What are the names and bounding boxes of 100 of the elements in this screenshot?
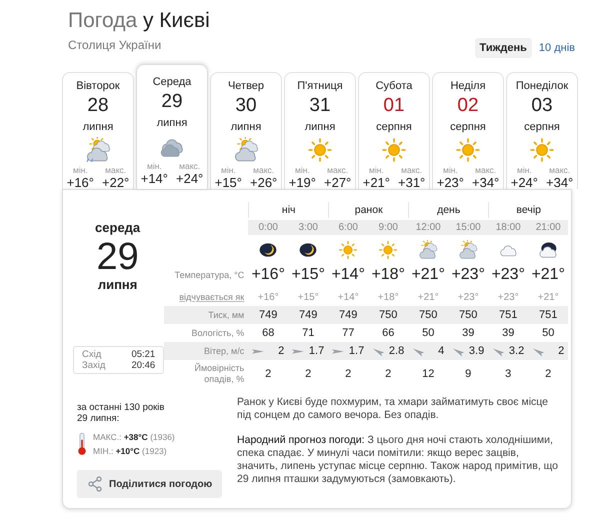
max-label: макс. bbox=[327, 165, 348, 175]
weekday-label: Неділя bbox=[450, 80, 486, 92]
date-number: 29 bbox=[96, 237, 139, 277]
table-cell-text: 9 bbox=[464, 367, 472, 382]
record-max: МАКС.: +38°C (1936) bbox=[93, 431, 175, 444]
table-cell-text: 12 bbox=[421, 367, 436, 382]
table-cell-text: 39 bbox=[501, 326, 516, 341]
period-label: вечір bbox=[488, 202, 568, 218]
table-cell: 750 bbox=[408, 306, 448, 324]
day-tab[interactable]: П'ятниця 31 липня мін. макс. +19° +27° bbox=[284, 72, 356, 189]
share-button[interactable]: Поділитися погодою bbox=[77, 470, 222, 498]
feels-like-value: +23° bbox=[496, 290, 520, 304]
page-title: Погода у Києві bbox=[68, 9, 210, 33]
moon-cloud-icon bbox=[537, 240, 560, 260]
max-temp: +34° bbox=[472, 175, 500, 190]
table-cell: 749 bbox=[288, 306, 328, 324]
table-cell-text: 2 bbox=[544, 367, 552, 382]
max-temp: +22° bbox=[102, 175, 130, 190]
hour-label: 15:00 bbox=[448, 220, 488, 235]
min-temp: +15° bbox=[214, 175, 242, 190]
min-temp: +23° bbox=[436, 175, 464, 190]
wind-speed: 2 bbox=[558, 345, 564, 357]
range-tab[interactable]: 10 днів bbox=[534, 38, 580, 58]
sun-icon bbox=[337, 240, 360, 260]
date-number: 03 bbox=[531, 95, 553, 117]
forecast-text: Ранок у Києві буде похмурим, та хмари займатимуть своє місце під сонцем до самого вечора. Без опадів. bbox=[237, 396, 550, 422]
table-cell-text: 2 bbox=[344, 367, 352, 382]
table-cell: 751 bbox=[528, 306, 568, 324]
thermometer-icon bbox=[77, 431, 87, 457]
max-label: макс. bbox=[475, 165, 496, 175]
max-label: макс. bbox=[105, 165, 126, 175]
wind-speed: 3.9 bbox=[468, 345, 484, 357]
range-tab[interactable]: Тиждень bbox=[474, 38, 532, 58]
weekday-label: П'ятниця bbox=[297, 80, 343, 92]
day-tab[interactable]: Понеділок 03 серпня мін. макс. +24° +34° bbox=[506, 72, 578, 189]
max-label: макс. bbox=[253, 165, 274, 175]
period-label: день bbox=[408, 202, 488, 218]
month-label: липня bbox=[304, 121, 336, 133]
table-cell-text: 2 bbox=[264, 367, 272, 382]
day-tab[interactable]: Субота 01 серпня мін. макс. +21° +31° bbox=[358, 72, 430, 189]
temperature-value: +16° bbox=[250, 265, 286, 285]
wind-speed: 2 bbox=[278, 345, 284, 357]
month-label: липня bbox=[82, 121, 114, 133]
max-temp: +24° bbox=[176, 171, 204, 186]
table-cell-text: 77 bbox=[341, 326, 356, 341]
table-cell: 749 bbox=[248, 306, 288, 324]
table-cell-text: 66 bbox=[381, 326, 396, 341]
table-cell-text: 68 bbox=[261, 326, 276, 341]
temperature-value: +21° bbox=[410, 265, 446, 285]
table-cell: 750 bbox=[448, 306, 488, 324]
month-label: липня bbox=[98, 277, 138, 292]
month-label: серпня bbox=[376, 121, 412, 133]
day-tab[interactable]: Четвер 30 липня мін. макс. +15° +26° bbox=[210, 72, 282, 189]
period-label: ранок bbox=[328, 202, 408, 218]
table-cell-text: 3 bbox=[504, 367, 512, 382]
month-label: серпня bbox=[450, 121, 486, 133]
date-number: 28 bbox=[87, 95, 109, 117]
date-number: 02 bbox=[457, 95, 479, 117]
min-label: мін. bbox=[220, 165, 236, 175]
min-label: мін. bbox=[146, 161, 162, 171]
row-label: Вітер, м/с bbox=[164, 342, 248, 360]
table-cell-text: 39 bbox=[461, 326, 476, 341]
date-number: 31 bbox=[309, 95, 331, 117]
min-label: мін. bbox=[72, 165, 88, 175]
month-label: липня bbox=[156, 117, 188, 129]
folk-forecast-text: Народний прогноз погоди: З цього дня ночі стають холоднішими, спека спадає. У минулі часи помітили: якщо верес зацвів, значить, липень уступає місце серпню. Також народ примітив, що 29 липня пташки задумуються (замовкають). bbox=[237, 434, 560, 486]
min-temp: +24° bbox=[510, 175, 538, 190]
min-temp: +19° bbox=[288, 175, 316, 190]
hour-label: 6:00 bbox=[328, 220, 368, 235]
day-tab[interactable]: Середа 29 липня мін. макс. +14° +24° bbox=[136, 64, 208, 189]
date-number: 29 bbox=[161, 91, 183, 113]
temperature-value: +15° bbox=[290, 265, 326, 285]
weekday-label: Середа bbox=[152, 76, 192, 88]
table-cell: 750 bbox=[368, 306, 408, 324]
feels-like-value: +14° bbox=[336, 290, 360, 304]
temperature-value: +23° bbox=[490, 265, 526, 285]
hour-label: 18:00 bbox=[488, 220, 528, 235]
row-label: Тиск, мм bbox=[164, 306, 248, 324]
feels-like-value: +21° bbox=[536, 290, 560, 304]
hour-label: 21:00 bbox=[528, 220, 568, 235]
hour-label: 12:00 bbox=[408, 220, 448, 235]
max-temp: +27° bbox=[324, 175, 352, 190]
table-cell-text: 50 bbox=[421, 326, 436, 341]
hour-label: 3:00 bbox=[288, 220, 328, 235]
wind-speed: 4 bbox=[438, 345, 444, 357]
min-temp: +21° bbox=[362, 175, 390, 190]
sunrise-label: Схід bbox=[82, 349, 102, 360]
wind-speed: 1.7 bbox=[348, 345, 364, 357]
min-temp: +16° bbox=[66, 175, 94, 190]
feels-like-value: +16° bbox=[256, 290, 280, 304]
feels-like-value: +23° bbox=[456, 290, 480, 304]
sunrise-time: 05:21 bbox=[131, 349, 156, 360]
row-label: Ймовірність опадів, % bbox=[193, 362, 246, 386]
feels-like-value: +15° bbox=[296, 290, 320, 304]
day-tab[interactable]: Вівторок 28 липня мін. макс. +16° +22° bbox=[62, 72, 134, 189]
weekday-label: Субота bbox=[376, 80, 412, 92]
temperature-value: +18° bbox=[370, 265, 406, 285]
day-tab[interactable]: Неділя 02 серпня мін. макс. +23° +34° bbox=[432, 72, 504, 189]
wind-speed: 3.2 bbox=[508, 345, 524, 357]
share-icon bbox=[87, 476, 103, 492]
